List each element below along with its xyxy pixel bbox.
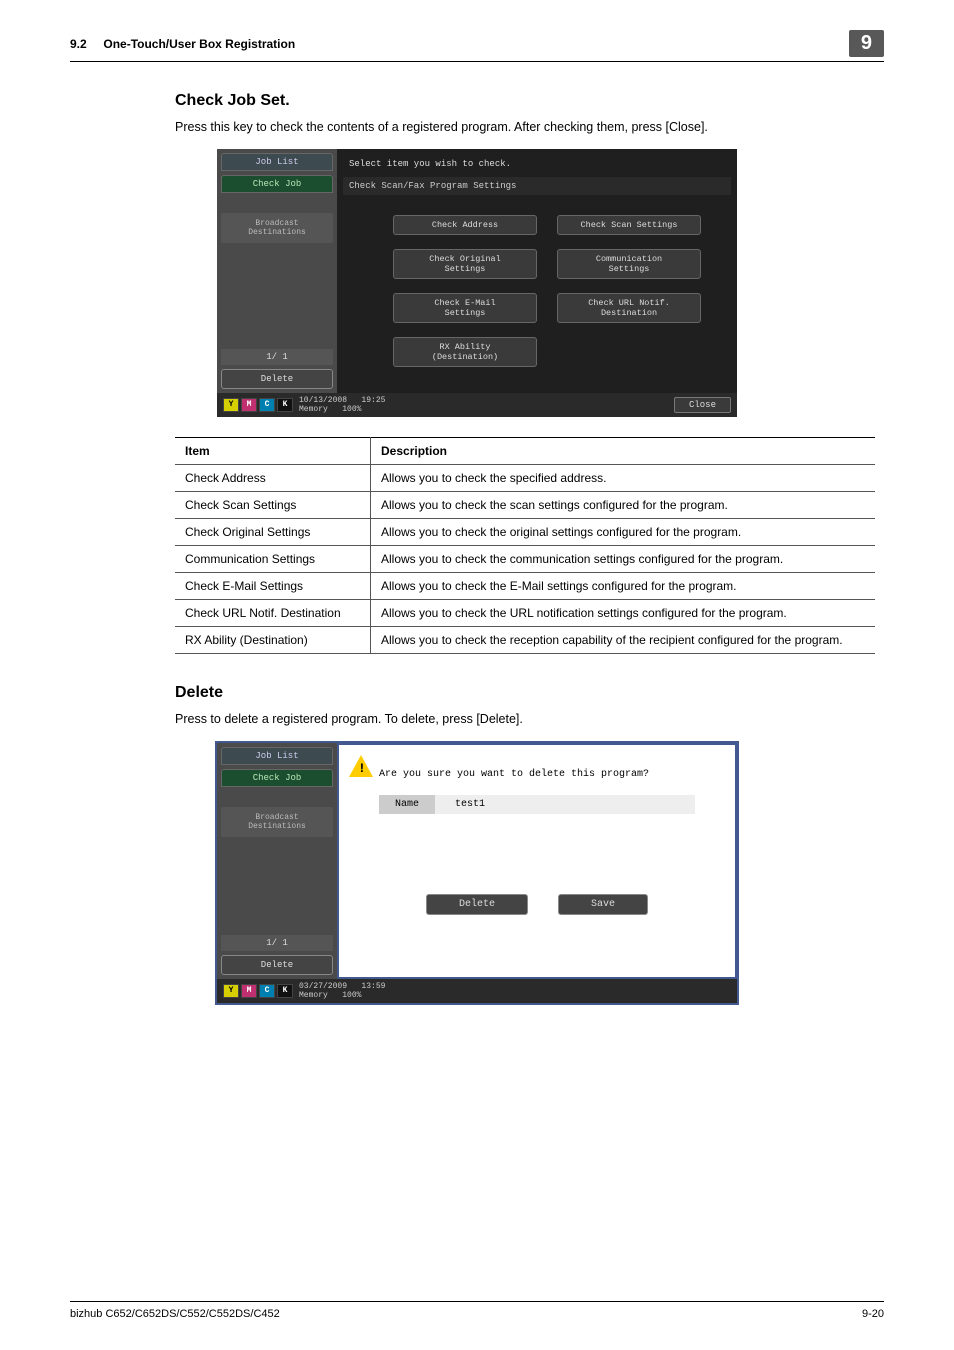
tab-check-job[interactable]: Check Job bbox=[221, 769, 333, 787]
check-address-button[interactable]: Check Address bbox=[393, 215, 537, 235]
instruction-text: Select item you wish to check. bbox=[343, 155, 731, 173]
chapter-number: 9 bbox=[849, 30, 884, 57]
screenshot-check-job-set: Job List Check Job Broadcast Destination… bbox=[217, 149, 737, 417]
communication-settings-button[interactable]: Communication Settings bbox=[557, 249, 701, 279]
delete-text: Press to delete a registered program. To… bbox=[175, 712, 884, 726]
item-cell: RX Ability (Destination) bbox=[175, 627, 371, 654]
desc-cell: Allows you to check the original setting… bbox=[371, 519, 876, 546]
warning-icon bbox=[349, 755, 373, 777]
delete-title: Delete bbox=[175, 684, 884, 702]
screenshot2-sidebar: Job List Check Job Broadcast Destination… bbox=[217, 743, 337, 979]
rx-ability-button[interactable]: RX Ability (Destination) bbox=[393, 337, 537, 367]
table-row: RX Ability (Destination)Allows you to ch… bbox=[175, 627, 875, 654]
toner-m-icon: M bbox=[241, 984, 257, 998]
table-row: Check Original SettingsAllows you to che… bbox=[175, 519, 875, 546]
section-name: One-Touch/User Box Registration bbox=[103, 37, 295, 51]
screenshot-main: Select item you wish to check. Check Sca… bbox=[337, 149, 737, 393]
toner-indicators: Y M C K bbox=[223, 984, 293, 998]
footer-info: 03/27/2009 13:59 Memory 100% bbox=[299, 982, 385, 1000]
sidebar-delete-button[interactable]: Delete bbox=[221, 369, 333, 389]
toner-c-icon: C bbox=[259, 984, 275, 998]
sidebar-broadcast-dest[interactable]: Broadcast Destinations bbox=[221, 807, 333, 837]
footer-time: 19:25 bbox=[361, 396, 385, 405]
section-header: 9.2 One-Touch/User Box Registration bbox=[70, 37, 295, 51]
check-job-set-text: Press this key to check the contents of … bbox=[175, 120, 884, 134]
item-cell: Communication Settings bbox=[175, 546, 371, 573]
check-scan-settings-button[interactable]: Check Scan Settings bbox=[557, 215, 701, 235]
item-cell: Check Scan Settings bbox=[175, 492, 371, 519]
toner-k-icon: K bbox=[277, 984, 293, 998]
desc-cell: Allows you to check the scan settings co… bbox=[371, 492, 876, 519]
check-email-settings-button[interactable]: Check E-Mail Settings bbox=[393, 293, 537, 323]
name-label: Name bbox=[379, 795, 435, 814]
description-table: Item Description Check AddressAllows you… bbox=[175, 437, 875, 654]
screenshot-delete: Job List Check Job Broadcast Destination… bbox=[215, 741, 739, 1005]
desc-cell: Allows you to check the reception capabi… bbox=[371, 627, 876, 654]
desc-cell: Allows you to check the URL notification… bbox=[371, 600, 876, 627]
table-row: Check URL Notif. DestinationAllows you t… bbox=[175, 600, 875, 627]
name-value: test1 bbox=[435, 795, 505, 814]
toner-k-icon: K bbox=[277, 398, 293, 412]
th-item: Item bbox=[175, 438, 371, 465]
footer-memory-pct: 100% bbox=[342, 405, 361, 414]
desc-cell: Allows you to check the communication se… bbox=[371, 546, 876, 573]
item-cell: Check Original Settings bbox=[175, 519, 371, 546]
sidebar-broadcast-dest[interactable]: Broadcast Destinations bbox=[221, 213, 333, 243]
toner-indicators: Y M C K bbox=[223, 398, 293, 412]
panel-title: Check Scan/Fax Program Settings bbox=[343, 177, 731, 195]
footer-memory-label: Memory bbox=[299, 405, 328, 414]
footer-date: 10/13/2008 bbox=[299, 396, 347, 405]
table-row: Check E-Mail SettingsAllows you to check… bbox=[175, 573, 875, 600]
dialog-name-row: Name test1 bbox=[379, 795, 695, 814]
th-description: Description bbox=[371, 438, 876, 465]
footer-memory-pct: 100% bbox=[342, 991, 361, 1000]
check-job-set-title: Check Job Set. bbox=[175, 92, 884, 110]
footer-date: 03/27/2009 bbox=[299, 982, 347, 991]
sidebar-delete-button[interactable]: Delete bbox=[221, 955, 333, 975]
tab-job-list[interactable]: Job List bbox=[221, 747, 333, 765]
item-cell: Check E-Mail Settings bbox=[175, 573, 371, 600]
footer-model: bizhub C652/C652DS/C552/C552DS/C452 bbox=[70, 1308, 280, 1320]
footer-info: 10/13/2008 19:25 Memory 100% bbox=[299, 396, 385, 414]
screenshot2-footer: Y M C K 03/27/2009 13:59 Memory 100% bbox=[217, 979, 737, 1003]
table-row: Communication SettingsAllows you to chec… bbox=[175, 546, 875, 573]
pager: 1/ 1 bbox=[221, 935, 333, 951]
screenshot-footer: Y M C K 10/13/2008 19:25 Memory 100% Clo… bbox=[217, 393, 737, 417]
pager: 1/ 1 bbox=[221, 349, 333, 365]
chapter-indicator: 9 bbox=[839, 30, 884, 57]
footer-time: 13:59 bbox=[361, 982, 385, 991]
toner-y-icon: Y bbox=[223, 984, 239, 998]
dialog-message: Are you sure you want to delete this pro… bbox=[379, 769, 649, 780]
button-grid: Check Address Check Scan Settings Check … bbox=[343, 205, 731, 387]
page-header: 9.2 One-Touch/User Box Registration 9 bbox=[70, 30, 884, 62]
table-row: Check AddressAllows you to check the spe… bbox=[175, 465, 875, 492]
close-button[interactable]: Close bbox=[674, 397, 731, 413]
check-original-settings-button[interactable]: Check Original Settings bbox=[393, 249, 537, 279]
table-row: Check Scan SettingsAllows you to check t… bbox=[175, 492, 875, 519]
delete-confirm-dialog: Are you sure you want to delete this pro… bbox=[337, 743, 737, 979]
section-number: 9.2 bbox=[70, 37, 87, 51]
desc-cell: Allows you to check the specified addres… bbox=[371, 465, 876, 492]
footer-page-number: 9-20 bbox=[862, 1308, 884, 1320]
item-cell: Check Address bbox=[175, 465, 371, 492]
item-cell: Check URL Notif. Destination bbox=[175, 600, 371, 627]
toner-y-icon: Y bbox=[223, 398, 239, 412]
toner-c-icon: C bbox=[259, 398, 275, 412]
page-footer: bizhub C652/C652DS/C552/C552DS/C452 9-20 bbox=[70, 1301, 884, 1320]
dialog-delete-button[interactable]: Delete bbox=[426, 894, 528, 915]
dialog-save-button[interactable]: Save bbox=[558, 894, 648, 915]
footer-memory-label: Memory bbox=[299, 991, 328, 1000]
desc-cell: Allows you to check the E-Mail settings … bbox=[371, 573, 876, 600]
check-url-notif-button[interactable]: Check URL Notif. Destination bbox=[557, 293, 701, 323]
tab-job-list[interactable]: Job List bbox=[221, 153, 333, 171]
screenshot-sidebar: Job List Check Job Broadcast Destination… bbox=[217, 149, 337, 393]
toner-m-icon: M bbox=[241, 398, 257, 412]
tab-check-job[interactable]: Check Job bbox=[221, 175, 333, 193]
